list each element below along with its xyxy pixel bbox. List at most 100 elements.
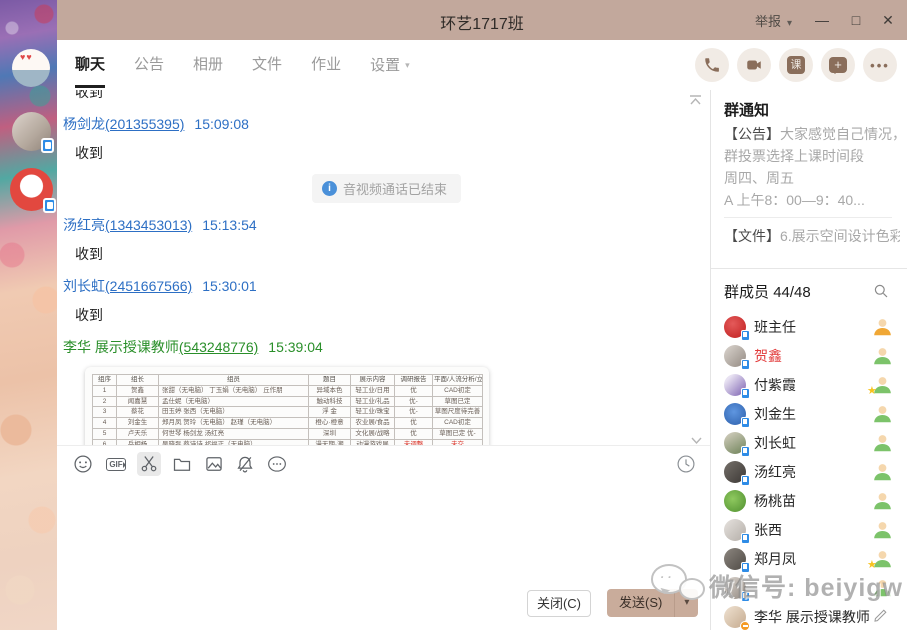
scroll-to-bottom-button[interactable] xyxy=(690,434,703,445)
shared-table-image[interactable]: 组序组长组员题目展示内容调研报告平面/人流分析/立面1贺鑫张甜（无电脑） 丁玉娟… xyxy=(85,367,489,445)
tab-homework[interactable]: 作业 xyxy=(311,40,341,90)
table-cell: 孟仕妮（无电脑） xyxy=(159,396,309,407)
send-button[interactable]: 发送(S) ▾ xyxy=(607,589,698,617)
close-button[interactable]: ✕ xyxy=(871,0,905,40)
sender-name: 汤红亮 xyxy=(63,217,105,233)
member-avatar[interactable] xyxy=(724,432,746,454)
member-row[interactable] xyxy=(711,573,907,602)
info-icon: i xyxy=(322,181,337,196)
member-row[interactable]: 杨桃苗 xyxy=(711,486,907,515)
sender-name: 杨剑龙 xyxy=(63,116,105,132)
mobile-online-badge xyxy=(741,533,750,544)
mobile-online-badge xyxy=(741,417,750,428)
screenshot-button[interactable] xyxy=(137,452,161,476)
table-cell: 农业展/食品 xyxy=(351,418,395,429)
table-header: 组长 xyxy=(117,375,159,386)
class-button[interactable]: 课 xyxy=(779,48,813,82)
sender-uid-link[interactable]: (2451667566) xyxy=(105,278,192,294)
member-avatar[interactable] xyxy=(724,345,746,367)
report-button[interactable]: 举报▾ xyxy=(755,11,792,30)
sender-uid-link[interactable]: (543248776) xyxy=(179,339,258,355)
member-avatar[interactable] xyxy=(724,577,746,599)
member-row[interactable]: 汤红亮 xyxy=(711,457,907,486)
member-status xyxy=(873,491,893,511)
member-row[interactable]: 张西 xyxy=(711,515,907,544)
hearts-avatar[interactable] xyxy=(12,49,50,87)
image-button[interactable] xyxy=(202,452,226,476)
minimize-button[interactable]: — xyxy=(805,0,839,40)
message-header: 汤红亮(1343453013)15:13:54 xyxy=(63,215,710,235)
member-name: 班主任 xyxy=(754,317,796,337)
member-row[interactable]: 郑月凤★ xyxy=(711,544,907,573)
member-row[interactable]: 李华 展示授课教师 xyxy=(711,602,907,630)
portrait-avatar[interactable] xyxy=(12,112,51,151)
video-call-button[interactable] xyxy=(737,48,771,82)
table-cell: 轻工业/日用 xyxy=(351,385,395,396)
table-cell: 优 xyxy=(395,428,433,439)
tab-settings[interactable]: 设置▾ xyxy=(370,40,410,90)
table-row: 2闻嘉慧孟仕妮（无电脑）触动科技轻工业/礼品优-草图已定 xyxy=(93,396,483,407)
table-cell: 轻工业/礼品 xyxy=(351,396,395,407)
announcement-line[interactable]: A 上午8：00—9：40... xyxy=(724,190,900,210)
member-status: ★ xyxy=(873,375,893,395)
table-cell: 草图尺度待完善 xyxy=(433,407,483,418)
gif-button[interactable]: GIF xyxy=(104,452,128,476)
member-count-title: 群成员 44/48 xyxy=(724,281,811,302)
mobile-online-badge xyxy=(741,475,750,486)
member-name: 杨桃苗 xyxy=(754,491,796,511)
more-actions-button[interactable]: ••• xyxy=(863,48,897,82)
scissors-icon xyxy=(139,454,159,474)
tab-album[interactable]: 相册 xyxy=(193,40,223,90)
table-cell: 蔡花 xyxy=(117,407,159,418)
member-search-button[interactable] xyxy=(873,283,889,304)
mute-notification-button[interactable] xyxy=(233,452,257,476)
send-options-arrow[interactable]: ▾ xyxy=(674,589,698,617)
message-history-button[interactable] xyxy=(674,452,698,476)
mobile-online-badge xyxy=(41,138,54,153)
file-button[interactable] xyxy=(170,452,194,476)
member-avatar[interactable] xyxy=(724,490,746,512)
tab-announcement[interactable]: 公告 xyxy=(134,40,164,90)
member-row[interactable]: 付紫霞★ xyxy=(711,370,907,399)
close-chat-button[interactable]: 关闭(C) xyxy=(527,590,591,617)
member-name: 刘长虹 xyxy=(754,433,796,453)
maximize-button[interactable]: □ xyxy=(839,0,873,40)
announcement-line[interactable]: 【公告】大家感觉自己情况，在 xyxy=(724,124,900,144)
pencil-icon[interactable] xyxy=(873,607,889,623)
sender-uid-link[interactable]: (1343453013) xyxy=(105,217,192,233)
emoji-button[interactable] xyxy=(71,452,95,476)
member-name: 刘金生 xyxy=(754,404,796,424)
tab-chat[interactable]: 聊天 xyxy=(75,40,105,90)
system-notice: i音视频通话已结束 xyxy=(312,174,461,203)
member-avatar[interactable] xyxy=(724,548,746,570)
member-row[interactable]: 刘长虹 xyxy=(711,428,907,457)
member-row[interactable]: 刘金生 xyxy=(711,399,907,428)
announcement-line[interactable]: 周四、周五 xyxy=(724,168,900,188)
message-list[interactable]: 收到 杨剑龙(201355395)15:09:08 收到 i音视频通话已结束 汤… xyxy=(57,90,710,445)
announcement-line[interactable]: 群投票选择上课时间段 xyxy=(724,146,900,166)
scroll-to-top-button[interactable] xyxy=(689,93,702,111)
voice-call-button[interactable] xyxy=(695,48,729,82)
member-avatar[interactable] xyxy=(724,316,746,338)
member-presence-icon xyxy=(873,433,892,452)
cartoon-avatar[interactable] xyxy=(10,168,53,211)
member-row[interactable]: 班主任 xyxy=(711,312,907,341)
sender-uid-link[interactable]: (201355395) xyxy=(105,116,184,132)
file-notice-line[interactable]: 【文件】6.展示空间设计色彩及... xyxy=(724,226,900,246)
new-post-button[interactable]: + xyxy=(821,48,855,82)
tab-files[interactable]: 文件 xyxy=(252,40,282,90)
member-avatar[interactable] xyxy=(724,374,746,396)
table-cell: 何世琴 杨剑龙 汤红亮 xyxy=(159,428,309,439)
table-cell: 5 xyxy=(93,428,117,439)
qq-group-chat-window: 环艺1717班 举报▾ — □ ✕ 聊天 公告 相册 文件 作业 设置▾ xyxy=(0,0,907,630)
table-cell: 浮 金 xyxy=(309,407,351,418)
table-row: 5卢天乐何世琴 杨剑龙 汤红亮深圳文化展/战略优草图已定 优- xyxy=(93,428,483,439)
member-avatar[interactable] xyxy=(724,403,746,425)
member-name: 贺鑫 xyxy=(754,346,782,366)
member-row[interactable]: 贺鑫 xyxy=(711,341,907,370)
member-avatar[interactable] xyxy=(724,461,746,483)
more-tools-button[interactable] xyxy=(265,452,289,476)
ellipsis-circle-icon xyxy=(267,454,287,474)
member-avatar[interactable] xyxy=(724,606,746,628)
member-avatar[interactable] xyxy=(724,519,746,541)
